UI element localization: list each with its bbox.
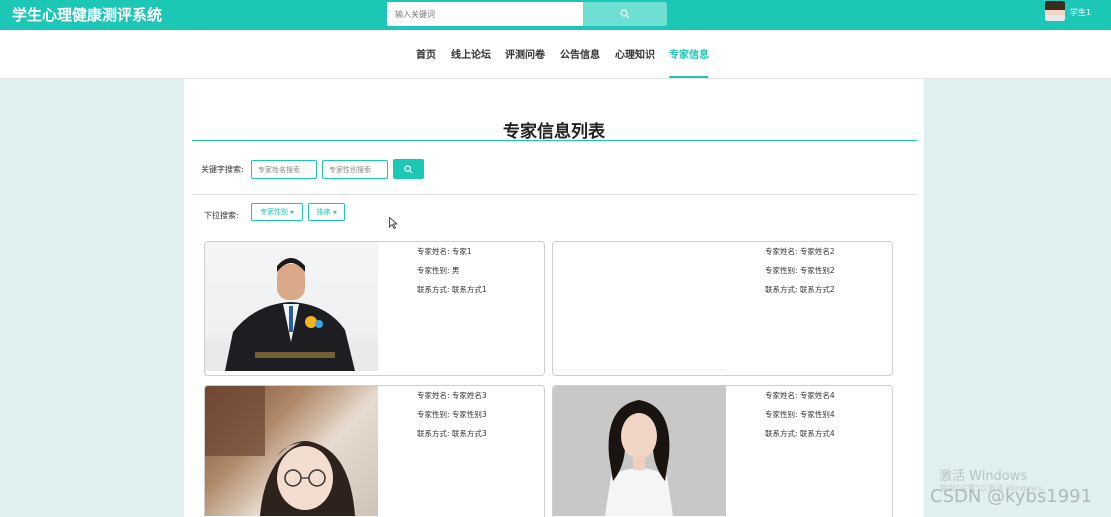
filter-divider bbox=[192, 194, 917, 195]
caret-down-icon bbox=[290, 210, 294, 214]
expert-name: 专家姓名: 专家姓名4 bbox=[765, 391, 835, 400]
man-in-suit-photo-icon bbox=[205, 258, 378, 371]
expert-card[interactable]: 专家姓名: 专家1 专家性别: 男 联系方式: 联系方式1 bbox=[204, 241, 545, 376]
expert-info: 专家姓名: 专家1 专家性别: 男 联系方式: 联系方式1 bbox=[417, 246, 487, 303]
expert-contact: 联系方式: 联系方式2 bbox=[765, 285, 835, 294]
expert-photo[interactable] bbox=[553, 242, 726, 371]
expert-gender: 专家性别: 男 bbox=[417, 266, 460, 275]
expert-gender: 专家性别: 专家性别3 bbox=[417, 410, 487, 419]
search-icon bbox=[620, 9, 630, 19]
search-input[interactable] bbox=[387, 2, 583, 26]
girl-with-glasses-photo-icon bbox=[205, 386, 355, 516]
expert-info: 专家姓名: 专家姓名3 专家性别: 专家性别3 联系方式: 联系方式3 bbox=[417, 390, 487, 447]
keyword-search-button[interactable] bbox=[393, 159, 424, 179]
dropdown-search-label: 下拉搜索: bbox=[204, 211, 239, 220]
csdn-watermark: CSDN @kybs1991 bbox=[930, 486, 1093, 507]
activate-windows-title: 激活 Windows bbox=[939, 469, 1028, 484]
title-divider bbox=[192, 140, 917, 141]
expert-contact: 联系方式: 联系方式4 bbox=[765, 429, 835, 438]
nav-item-questionnaire[interactable]: 评测问卷 bbox=[505, 49, 545, 63]
expert-name: 专家姓名: 专家姓名2 bbox=[765, 247, 835, 256]
expert-card[interactable]: 专家姓名: 专家姓名4 专家性别: 专家性别4 联系方式: 联系方式4 bbox=[552, 385, 893, 517]
user-avatar[interactable] bbox=[1045, 1, 1065, 21]
expert-name-search-input[interactable] bbox=[251, 160, 317, 179]
expert-name: 专家姓名: 专家1 bbox=[417, 247, 472, 256]
content-panel: 专家信息列表 关键字搜索: 下拉搜索: 专家性别 排序 bbox=[184, 79, 924, 517]
expert-card[interactable]: 专家姓名: 专家姓名2 专家性别: 专家性别2 联系方式: 联系方式2 bbox=[552, 241, 893, 376]
gender-dropdown-label: 专家性别 bbox=[260, 208, 288, 216]
page-title: 专家信息列表 bbox=[503, 122, 605, 142]
expert-photo[interactable] bbox=[205, 386, 378, 516]
expert-photo[interactable] bbox=[205, 242, 378, 371]
nav-item-psych-knowledge[interactable]: 心理知识 bbox=[615, 49, 655, 63]
user-name[interactable]: 学生1 bbox=[1070, 7, 1091, 18]
expert-contact: 联系方式: 联系方式3 bbox=[417, 429, 487, 438]
top-bar: 学生心理健康测评系统 学生1 bbox=[0, 0, 1111, 30]
nav-item-announcements[interactable]: 公告信息 bbox=[560, 49, 600, 63]
woman-portrait-photo-icon bbox=[605, 400, 673, 516]
search-icon bbox=[404, 164, 413, 174]
expert-card[interactable]: 专家姓名: 专家姓名3 专家性别: 专家性别3 联系方式: 联系方式3 bbox=[204, 385, 545, 517]
sort-dropdown-label: 排序 bbox=[316, 208, 331, 216]
search-button[interactable] bbox=[583, 2, 667, 26]
mouse-cursor-icon bbox=[389, 217, 398, 229]
expert-contact: 联系方式: 联系方式1 bbox=[417, 285, 487, 294]
blank-photo-icon bbox=[553, 369, 726, 371]
main-nav: 首页 线上论坛 评测问卷 公告信息 心理知识 专家信息 bbox=[0, 30, 1111, 79]
active-tab-underline bbox=[669, 76, 708, 78]
expert-info: 专家姓名: 专家姓名2 专家性别: 专家性别2 联系方式: 联系方式2 bbox=[765, 246, 835, 303]
expert-gender: 专家性别: 专家性别2 bbox=[765, 266, 835, 275]
expert-photo[interactable] bbox=[553, 386, 726, 516]
app-title: 学生心理健康测评系统 bbox=[12, 6, 163, 24]
caret-down-icon bbox=[332, 210, 337, 214]
expert-info: 专家姓名: 专家姓名4 专家性别: 专家性别4 联系方式: 联系方式4 bbox=[765, 390, 835, 447]
nav-item-forum[interactable]: 线上论坛 bbox=[451, 49, 491, 63]
keyword-search-label: 关键字搜索: bbox=[201, 165, 244, 174]
nav-item-experts[interactable]: 专家信息 bbox=[669, 49, 709, 63]
gender-dropdown[interactable]: 专家性别 bbox=[251, 203, 303, 221]
sort-dropdown[interactable]: 排序 bbox=[308, 203, 345, 221]
expert-gender-search-input[interactable] bbox=[322, 160, 388, 179]
expert-name: 专家姓名: 专家姓名3 bbox=[417, 391, 487, 400]
nav-item-home[interactable]: 首页 bbox=[416, 49, 436, 63]
expert-gender: 专家性别: 专家性别4 bbox=[765, 410, 835, 419]
